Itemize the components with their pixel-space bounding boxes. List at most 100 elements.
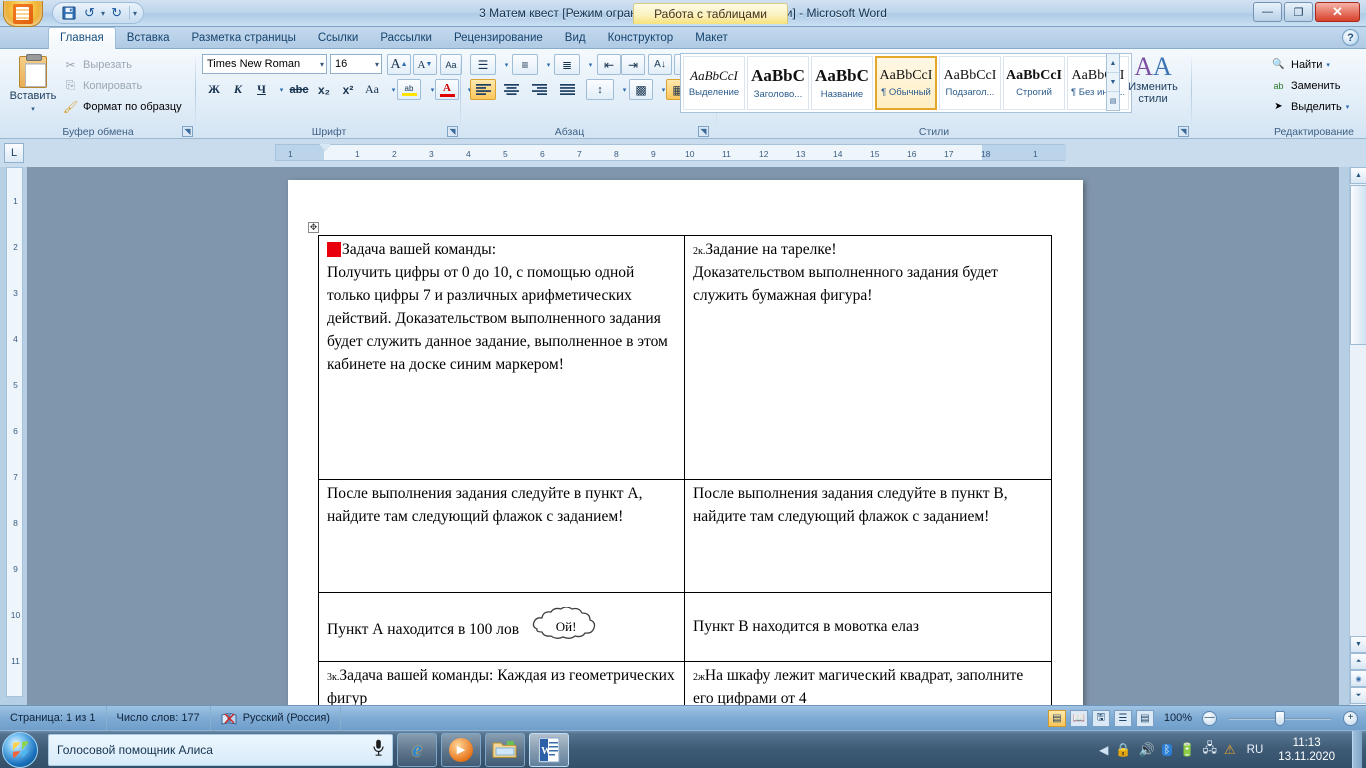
document-canvas[interactable]: ✥ Задача вашей команды: Получить цифры о… (27, 167, 1339, 705)
justify-button[interactable] (554, 79, 580, 100)
undo-icon[interactable]: ↺ (80, 4, 99, 23)
vertical-ruler[interactable]: 1 2 3 4 5 6 7 8 9 10 11 (6, 167, 23, 697)
tab-ssylki[interactable]: Ссылки (307, 28, 370, 49)
font-name-dropdown-icon[interactable]: ▾ (320, 60, 324, 69)
select-button[interactable]: ➤ Выделить ▾ (1270, 96, 1354, 117)
tab-vstavka[interactable]: Вставка (116, 28, 181, 49)
find-dropdown-icon[interactable]: ▾ (1326, 61, 1330, 69)
line-spacing-button[interactable]: ↕ (586, 79, 614, 100)
battery-icon[interactable]: 🔋 (1179, 742, 1195, 758)
zoom-out-button[interactable]: — (1202, 710, 1217, 726)
styles-dialog-launcher[interactable]: ◥ (1178, 126, 1189, 137)
scroll-down-icon[interactable]: ▼ (1107, 73, 1119, 92)
start-button[interactable] (2, 731, 38, 768)
sort-button[interactable]: A↓ (648, 54, 672, 75)
save-icon[interactable] (59, 4, 78, 23)
table-cell-2-1[interactable]: После выполнения задания следуйте в пунк… (318, 479, 685, 593)
document-vertical-scrollbar[interactable]: ▲ ▼ ⏶ ◉ ⏷ (1349, 167, 1366, 705)
decrease-indent-button[interactable]: ⇤ (597, 54, 621, 75)
change-styles-button[interactable]: AA Изменить стили (1122, 53, 1184, 106)
italic-button[interactable]: К (227, 79, 249, 100)
restore-button[interactable]: ❐ (1284, 2, 1313, 22)
taskbar-word[interactable]: W (529, 732, 569, 767)
word-count[interactable]: Число слов: 177 (107, 705, 211, 731)
view-draft-button[interactable]: ▤ (1135, 709, 1154, 727)
taskbar-file-explorer[interactable] (485, 732, 525, 767)
grow-font-button[interactable]: A ▲ (387, 54, 411, 75)
view-web-layout-button[interactable]: 🖫 (1091, 709, 1110, 727)
scroll-down-button[interactable]: ▼ (1350, 636, 1366, 653)
font-size-input[interactable]: 16 ▾ (330, 54, 382, 74)
taskbar-internet-explorer[interactable]: e (397, 732, 437, 767)
close-button[interactable]: ✕ (1315, 2, 1360, 22)
table-move-handle[interactable]: ✥ (308, 222, 319, 233)
bold-button[interactable]: Ж (203, 79, 225, 100)
numbering-button[interactable]: ≡ (512, 54, 538, 75)
cut-button[interactable]: ✂ Вырезать (62, 54, 190, 75)
bullets-button[interactable]: ☰ (470, 54, 496, 75)
previous-page-button[interactable]: ⏶ (1350, 653, 1366, 670)
horizontal-ruler[interactable]: 1 1 2 3 4 5 6 7 8 9 10 11 12 13 14 15 16… (275, 144, 1066, 161)
table-cell-2-2[interactable]: После выполнения задания следуйте в пунк… (684, 479, 1052, 593)
shading-button[interactable]: ▩ (629, 79, 653, 100)
font-color-button[interactable]: A (435, 79, 459, 100)
language-indicator[interactable]: RU (1243, 744, 1264, 756)
customize-qat-icon[interactable]: ▾ (133, 9, 137, 18)
table-cell-3-2[interactable]: Пункт В находится в мовотка елаз (684, 592, 1052, 662)
format-painter-button[interactable]: 🖌 Формат по образцу (62, 96, 190, 117)
text-highlight-button[interactable]: ab (397, 79, 421, 100)
volume-icon[interactable]: 🔊 (1139, 742, 1155, 758)
copy-button[interactable]: ⎘ Копировать (62, 75, 190, 96)
table-cell-1-2[interactable]: 2к.Задание на тарелке! Доказательством в… (684, 235, 1052, 480)
tray-arrow-icon[interactable]: ◀ (1099, 743, 1108, 757)
security-icon[interactable]: 🔒 (1115, 742, 1131, 758)
tab-recenzirovanie[interactable]: Рецензирование (443, 28, 554, 49)
align-center-button[interactable] (498, 79, 524, 100)
clear-formatting-button[interactable]: Aa (440, 54, 462, 75)
minimize-button[interactable]: — (1253, 2, 1282, 22)
view-full-screen-reading-button[interactable]: 📖 (1069, 709, 1088, 727)
office-button[interactable] (3, 1, 43, 27)
tab-razmetka[interactable]: Разметка страницы (181, 28, 307, 49)
help-icon[interactable]: ? (1342, 29, 1359, 46)
contextual-tab-table-tools[interactable]: Работа с таблицами (633, 3, 788, 24)
next-page-button[interactable]: ⏷ (1350, 687, 1366, 704)
shrink-font-button[interactable]: A ▼ (413, 54, 437, 75)
paste-button[interactable]: Вставить ▾ (8, 54, 58, 121)
redo-icon[interactable]: ↻ (107, 4, 126, 23)
zoom-slider[interactable] (1221, 710, 1339, 727)
tab-maket[interactable]: Макет (684, 28, 739, 49)
page-indicator[interactable]: Страница: 1 из 1 (0, 705, 107, 731)
microphone-icon[interactable] (373, 739, 384, 760)
clipboard-dialog-launcher[interactable]: ◥ (182, 126, 193, 137)
style-card-strogiy[interactable]: AaBbCcI Строгий (1003, 56, 1065, 110)
font-size-dropdown-icon[interactable]: ▾ (375, 60, 379, 69)
view-print-layout-button[interactable]: ▤ (1047, 709, 1066, 727)
table-cell-1-1[interactable]: Задача вашей команды: Получить цифры от … (318, 235, 685, 480)
table-cell-4-2[interactable]: 2жНа шкафу лежит магический квадрат, зап… (684, 661, 1052, 705)
first-line-indent-marker[interactable] (319, 144, 331, 151)
style-card-vydelenie[interactable]: AaBbCcI Выделение (683, 56, 745, 110)
select-browse-object-button[interactable]: ◉ (1350, 670, 1366, 687)
thought-cloud-callout[interactable]: Ой! (523, 607, 609, 647)
paste-dropdown-icon[interactable]: ▾ (31, 106, 35, 113)
taskbar-media-player[interactable]: ▶ (441, 732, 481, 767)
font-dialog-launcher[interactable]: ◥ (447, 126, 458, 137)
increase-indent-button[interactable]: ⇥ (621, 54, 645, 75)
find-button[interactable]: 🔍 Найти ▾ (1270, 54, 1354, 75)
style-card-podzagolovok[interactable]: AaBbCcI Подзагол... (939, 56, 1001, 110)
clock[interactable]: 11:13 13.11.2020 (1270, 736, 1343, 764)
more-styles-icon[interactable]: ▤ (1107, 92, 1119, 110)
proofing-status[interactable]: Русский (Россия) (211, 705, 341, 731)
style-card-zagolovok[interactable]: AaBbC Заголово... (747, 56, 809, 110)
network-icon[interactable]: 🖧 (1203, 739, 1218, 761)
alice-assistant-bar[interactable]: Голосовой помощник Алиса (48, 733, 393, 766)
document-table[interactable]: Задача вашей команды: Получить цифры от … (318, 235, 1052, 705)
bluetooth-icon[interactable]: ᛒ (1161, 743, 1173, 756)
replace-button[interactable]: ab Заменить (1270, 75, 1354, 96)
underline-button[interactable]: Ч (251, 79, 272, 100)
tab-konstruktor[interactable]: Конструктор (597, 28, 685, 49)
style-card-nazvanie[interactable]: AaBbC Название (811, 56, 873, 110)
align-left-button[interactable] (470, 79, 496, 100)
multilevel-list-button[interactable]: ≣ (554, 54, 580, 75)
